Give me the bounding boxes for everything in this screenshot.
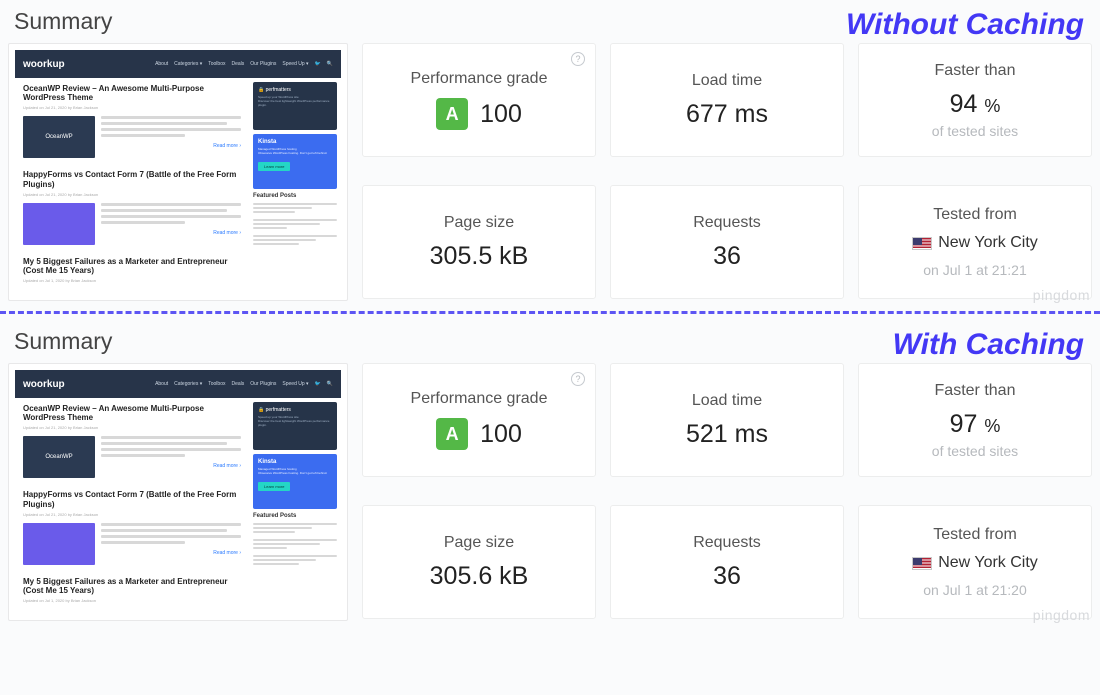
page-size-card: Page size 305.6 kB	[362, 505, 596, 619]
preview-post-title: My 5 Biggest Failures as a Marketer and …	[23, 577, 241, 595]
size-value: 305.6 kB	[430, 562, 529, 591]
preview-nav-item: Our Plugins	[250, 381, 276, 387]
help-icon[interactable]: ?	[571, 52, 585, 66]
preview-post-title: OceanWP Review – An Awesome Multi-Purpos…	[23, 84, 241, 102]
caching-badge: Without Caching	[846, 8, 1084, 42]
performance-grade-card: ? Performance grade A 100	[362, 363, 596, 477]
tested-from-card: Tested from New York City on Jul 1 at 21…	[858, 505, 1092, 619]
preview-nav-item: Categories ▾	[174, 381, 202, 387]
grade-badge: A	[436, 98, 468, 130]
faster-sub: of tested sites	[932, 123, 1018, 139]
preview-nav-item: About	[155, 381, 168, 387]
preview-nav-item: Speed Up ▾	[282, 381, 308, 387]
tested-date: on Jul 1 at 21:20	[923, 582, 1027, 598]
size-label: Page size	[444, 214, 514, 232]
preview-post-title: OceanWP Review – An Awesome Multi-Purpos…	[23, 404, 241, 422]
pingdom-watermark: pingdom	[1033, 607, 1090, 623]
performance-grade-card: ? Performance grade A 100	[362, 43, 596, 157]
reqs-value: 36	[713, 242, 741, 271]
perf-score: 100	[480, 420, 522, 449]
site-preview-thumbnail: woorkup About Categories ▾ Toolbox Deals Our…	[8, 43, 348, 301]
preview-nav-item: Deals	[231, 381, 244, 387]
preview-site-logo: woorkup	[23, 379, 65, 390]
preview-post-title: HappyForms vs Contact Form 7 (Battle of …	[23, 170, 241, 188]
pingdom-watermark: pingdom	[1033, 287, 1090, 303]
summary-section-1: With Caching Summary woorkup AboutCatego…	[0, 320, 1100, 621]
help-icon[interactable]: ?	[571, 372, 585, 386]
tested-location: New York City	[938, 234, 1038, 252]
caching-badge: With Caching	[893, 328, 1084, 362]
requests-card: Requests 36	[610, 505, 844, 619]
tested-location: New York City	[938, 554, 1038, 572]
tested-label: Tested from	[933, 526, 1017, 544]
reqs-label: Requests	[693, 534, 761, 552]
preview-nav-item: Speed Up ▾	[282, 61, 308, 67]
site-preview-thumbnail: woorkup About Categories ▾ Toolbox Deals Our…	[8, 363, 348, 621]
load-value: 677 ms	[686, 100, 768, 129]
reqs-label: Requests	[693, 214, 761, 232]
perf-score: 100	[480, 100, 522, 129]
reqs-value: 36	[713, 562, 741, 591]
faster-than-card: Faster than 97 % of tested sites	[858, 363, 1092, 477]
faster-label: Faster than	[935, 62, 1016, 80]
faster-sub: of tested sites	[932, 443, 1018, 459]
preview-nav-item: Our Plugins	[250, 61, 276, 67]
load-value: 521 ms	[686, 420, 768, 449]
requests-card: Requests 36	[610, 185, 844, 299]
grade-badge: A	[436, 418, 468, 450]
perf-label: Performance grade	[411, 390, 548, 408]
summary-section-0: Without Caching Summary woorkup AboutCat…	[0, 0, 1100, 301]
preview-nav-item: Categories ▾	[174, 61, 202, 67]
tested-label: Tested from	[933, 206, 1017, 224]
preview-nav-item: Toolbox	[208, 61, 225, 67]
preview-post-title: My 5 Biggest Failures as a Marketer and …	[23, 257, 241, 275]
size-value: 305.5 kB	[430, 242, 529, 271]
perf-label: Performance grade	[411, 70, 548, 88]
faster-value: 94 %	[950, 90, 1001, 119]
us-flag-icon	[912, 557, 932, 570]
preview-nav-item: Toolbox	[208, 381, 225, 387]
faster-value: 97 %	[950, 410, 1001, 439]
us-flag-icon	[912, 237, 932, 250]
tested-from-card: Tested from New York City on Jul 1 at 21…	[858, 185, 1092, 299]
section-divider	[0, 311, 1100, 314]
load-time-card: Load time 677 ms	[610, 43, 844, 157]
preview-nav-item: Deals	[231, 61, 244, 67]
load-label: Load time	[692, 72, 762, 90]
load-label: Load time	[692, 392, 762, 410]
size-label: Page size	[444, 534, 514, 552]
faster-than-card: Faster than 94 % of tested sites	[858, 43, 1092, 157]
tested-date: on Jul 1 at 21:21	[923, 262, 1027, 278]
page-size-card: Page size 305.5 kB	[362, 185, 596, 299]
preview-post-title: HappyForms vs Contact Form 7 (Battle of …	[23, 490, 241, 508]
preview-site-logo: woorkup	[23, 59, 65, 70]
preview-nav-item: About	[155, 61, 168, 67]
faster-label: Faster than	[935, 382, 1016, 400]
load-time-card: Load time 521 ms	[610, 363, 844, 477]
